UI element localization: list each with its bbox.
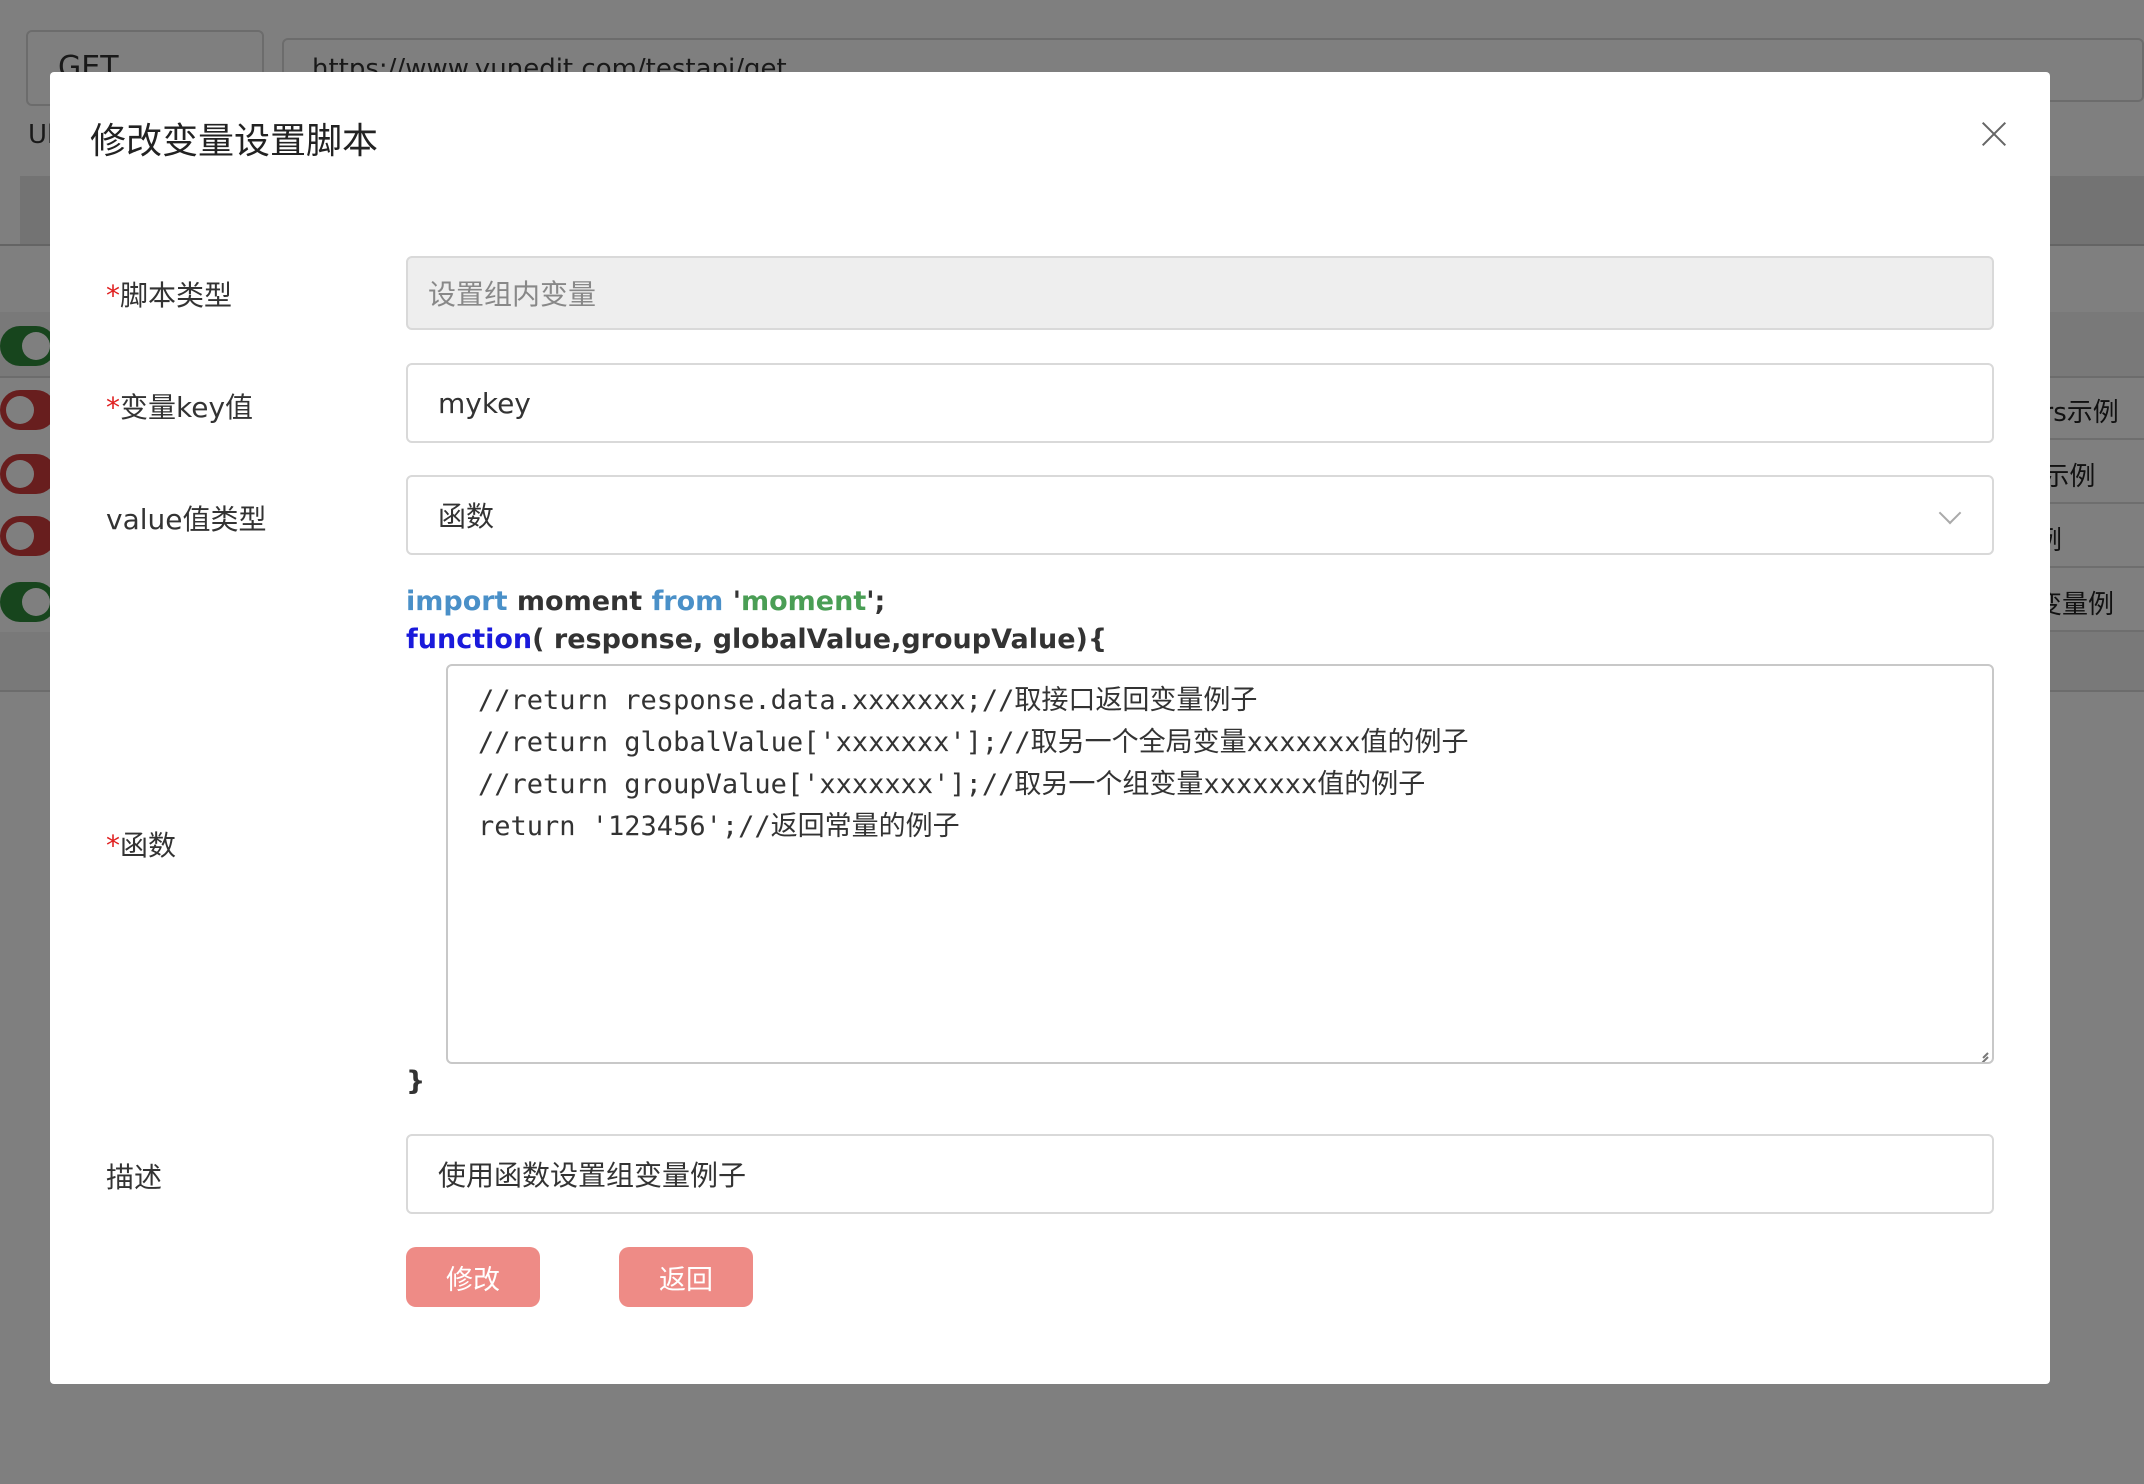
script-type-label-text: 脚本类型 bbox=[120, 279, 233, 312]
import-name: moment bbox=[507, 586, 652, 617]
quote-close: '; bbox=[866, 586, 886, 617]
quote-open: ' bbox=[723, 586, 741, 617]
function-body-textarea[interactable]: //return response.data.xxxxxxx;//取接口返回变量… bbox=[446, 664, 1994, 1064]
function-import-line: import moment from 'moment'; bbox=[406, 586, 885, 617]
close-icon[interactable] bbox=[1976, 116, 2012, 152]
description-input[interactable]: 使用函数设置组变量例子 bbox=[406, 1134, 1994, 1214]
value-type-value: 函数 bbox=[438, 500, 495, 533]
modal-title: 修改变量设置脚本 bbox=[90, 121, 379, 162]
description-value: 使用函数设置组变量例子 bbox=[438, 1159, 747, 1192]
resize-handle-icon[interactable] bbox=[1974, 1044, 1988, 1058]
value-type-select[interactable]: 函数 bbox=[406, 475, 1994, 555]
required-mark: * bbox=[106, 279, 120, 312]
function-keyword: function bbox=[406, 624, 533, 655]
required-mark: * bbox=[106, 829, 120, 862]
script-type-label: *脚本类型 bbox=[106, 274, 232, 314]
var-key-label-text: 变量key值 bbox=[120, 391, 254, 424]
closing-brace: } bbox=[406, 1066, 426, 1097]
module-name: moment bbox=[740, 586, 867, 617]
script-type-value: 设置组内变量 bbox=[428, 278, 597, 311]
value-type-label: value值类型 bbox=[106, 503, 267, 536]
function-label: *函数 bbox=[106, 824, 176, 864]
back-button[interactable]: 返回 bbox=[619, 1247, 753, 1307]
var-key-label: *变量key值 bbox=[106, 386, 253, 426]
var-key-value: mykey bbox=[438, 386, 531, 420]
function-label-text: 函数 bbox=[120, 829, 177, 862]
from-keyword: from bbox=[651, 586, 724, 617]
var-key-input[interactable]: mykey bbox=[406, 363, 1994, 443]
chevron-down-icon bbox=[1938, 501, 1962, 525]
edit-variable-script-modal: 修改变量设置脚本 *脚本类型 设置组内变量 *变量key值 mykey valu… bbox=[50, 72, 2050, 1384]
import-keyword: import bbox=[406, 586, 508, 617]
required-mark: * bbox=[106, 391, 120, 424]
function-signature-line: function( response, globalValue,groupVal… bbox=[406, 624, 1107, 655]
script-type-field: 设置组内变量 bbox=[406, 256, 1994, 330]
function-body-text: //return response.data.xxxxxxx;//取接口返回变量… bbox=[478, 685, 1469, 842]
description-label: 描述 bbox=[106, 1161, 163, 1194]
submit-button[interactable]: 修改 bbox=[406, 1247, 540, 1307]
function-params: ( response, globalValue,groupValue){ bbox=[532, 624, 1108, 655]
